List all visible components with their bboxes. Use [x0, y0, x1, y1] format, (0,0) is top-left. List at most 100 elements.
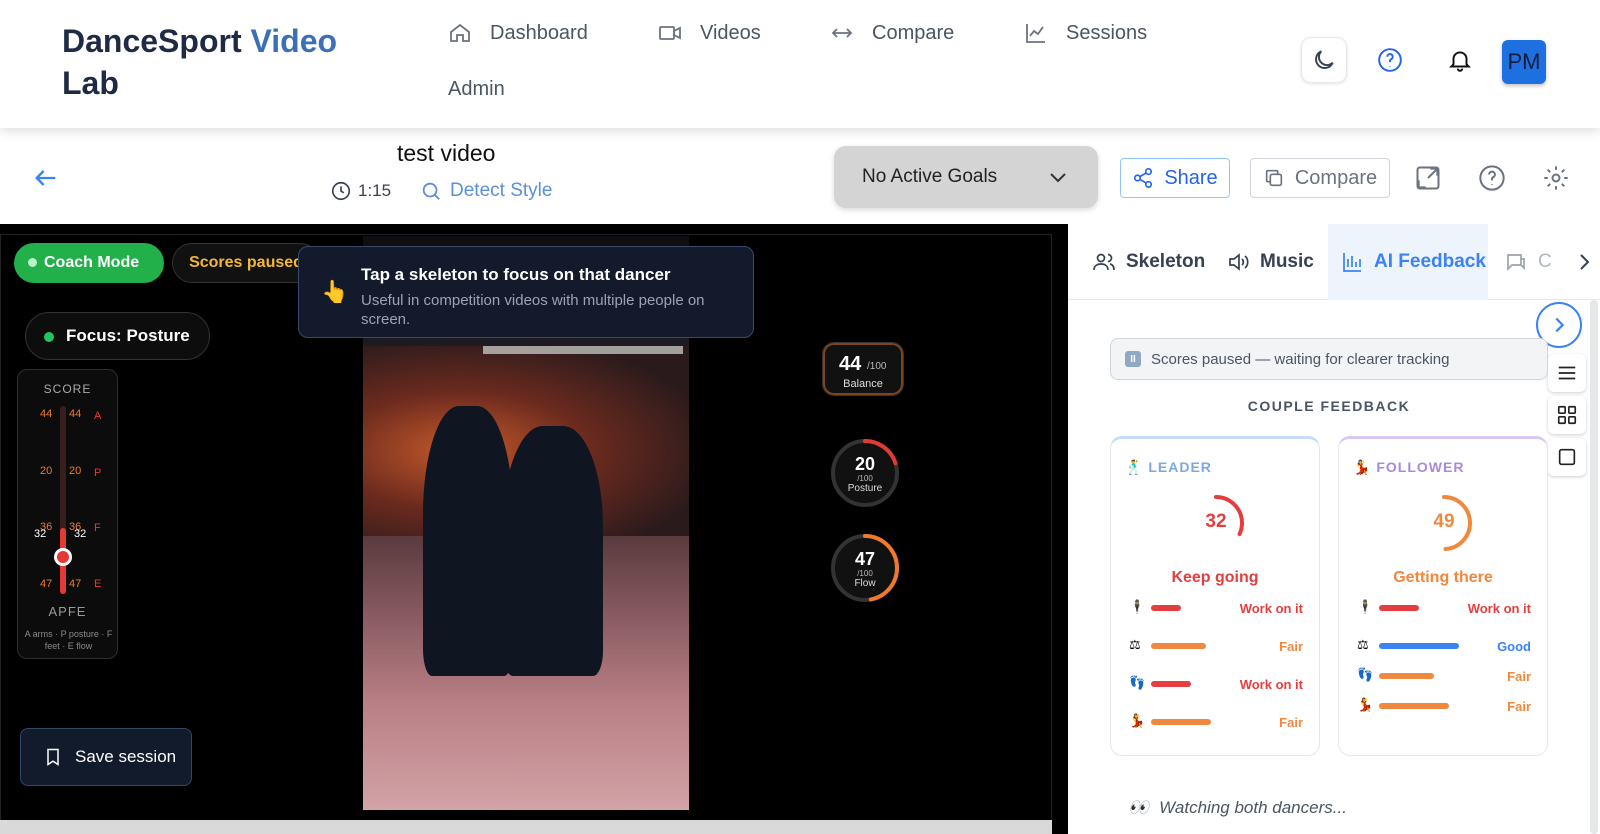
clock-icon [331, 181, 351, 201]
dark-mode-toggle[interactable] [1301, 37, 1347, 83]
score-current-right: 32 [74, 528, 87, 540]
help-circle-icon [1378, 48, 1402, 72]
toolbar-help-button[interactable] [1478, 164, 1506, 192]
coach-mode-pill[interactable]: Coach Mode [14, 243, 164, 283]
leader-metric-row: 💃 Fair [1125, 713, 1307, 753]
share-label: Share [1164, 166, 1218, 189]
follower-metric-icon: 🕴 [1357, 599, 1374, 614]
detect-style-button[interactable]: Detect Style [420, 180, 552, 202]
goals-dropdown[interactable]: No Active Goals [834, 146, 1098, 208]
tabs-scroll-right[interactable] [1572, 250, 1596, 274]
tab-ai-feedback[interactable]: AI Feedback [1328, 224, 1488, 300]
follower-card: 💃 FOLLOWER 49 Getting there 🕴 Work on it ⚖… [1338, 436, 1548, 756]
view-single-button[interactable] [1548, 438, 1586, 476]
score-row-p-left: 20 [40, 465, 53, 477]
search-icon [422, 182, 440, 200]
save-session-label: Save session [75, 747, 177, 766]
follower-gauge: 49 [1412, 491, 1476, 555]
avatar[interactable]: PM [1502, 40, 1546, 84]
video-title: test video [397, 140, 496, 166]
compare-button[interactable]: Compare [1250, 158, 1390, 198]
notifications-button[interactable] [1437, 37, 1483, 83]
score-knob[interactable] [54, 548, 72, 567]
nav-compare[interactable]: Compare [830, 18, 954, 48]
users-icon [1093, 253, 1115, 271]
goals-label: No Active Goals [862, 166, 998, 187]
nav-sessions-label: Sessions [1066, 21, 1148, 44]
share-button[interactable]: Share [1120, 158, 1230, 198]
pointing-hand-icon: 👆 [321, 279, 349, 304]
view-list-button[interactable] [1548, 354, 1586, 392]
back-button[interactable] [32, 164, 60, 192]
save-session-button[interactable]: Save session [20, 728, 192, 786]
frame-truss [483, 346, 683, 354]
tooltip-description: Useful in competition videos with multip… [361, 292, 705, 328]
tab-music-label: Music [1260, 251, 1314, 272]
bar-chart-icon [1343, 253, 1361, 272]
flow-max: /100 [857, 569, 873, 578]
view-grid-button[interactable] [1548, 396, 1586, 434]
nav-sessions[interactable]: Sessions [1024, 18, 1147, 48]
video-player[interactable]: Coach Mode Scores paused 👆 Tap a skeleto… [0, 224, 1068, 834]
frame-dancer-leader[interactable] [503, 426, 603, 676]
panel-tabs: Skeleton Music AI Feedback C [1068, 224, 1600, 300]
video-duration: 1:15 [330, 180, 391, 202]
nav-videos[interactable]: Videos [658, 18, 761, 48]
nav-dashboard-label: Dashboard [490, 21, 588, 44]
video-scrub-bar[interactable] [0, 820, 1052, 834]
score-row-a-left: 44 [40, 408, 53, 420]
panel-scrollbar[interactable] [1590, 300, 1598, 834]
leader-metric-bar [1151, 605, 1181, 611]
score-row-p-right: 20 [69, 465, 82, 477]
leader-metric-label: Work on it [1239, 677, 1303, 692]
frame-dancer-follower[interactable] [423, 406, 513, 676]
follower-role-label: FOLLOWER [1376, 459, 1465, 475]
tab-music[interactable]: Music [1226, 224, 1314, 300]
tab-skeleton-label: Skeleton [1126, 251, 1206, 272]
follower-metric-bar [1379, 605, 1419, 611]
help-circle-icon [1479, 165, 1505, 191]
apfe-score-meter: SCORE 44 44 A 20 20 P 36 36 F 32 32 47 4… [17, 369, 118, 659]
leader-metric-icon: 👣 [1129, 675, 1146, 690]
home-icon [450, 23, 470, 42]
score-current-left: 32 [34, 528, 47, 540]
leader-metric-row: 👣 Work on it [1125, 675, 1307, 715]
top-header: DanceSport Video Lab Dashboard Videos Co… [0, 0, 1600, 128]
follower-score: 49 [1433, 511, 1455, 532]
posture-ring: 20 /100 Posture [829, 437, 901, 509]
flow-label: Flow [854, 578, 876, 589]
focus-posture-pill[interactable]: Focus: Posture [25, 312, 210, 360]
eyes-icon: 👀 [1128, 798, 1150, 817]
leader-card: 🕺 LEADER 32 Keep going 🕴 Work on it ⚖ Fair 👣… [1110, 436, 1320, 756]
leader-verdict: Keep going [1171, 569, 1259, 586]
score-row-f-key: F [94, 522, 101, 534]
notice-text: Scores paused — waiting for clearer trac… [1151, 350, 1450, 368]
score-meter-title: SCORE [43, 382, 92, 396]
nav-admin[interactable]: Admin [448, 74, 505, 104]
nav-dashboard[interactable]: Dashboard [448, 18, 588, 48]
follower-metric-label: Good [1497, 639, 1531, 654]
nav-videos-label: Videos [700, 21, 761, 44]
panel-divider[interactable] [1052, 224, 1068, 834]
compare-label: Compare [1294, 166, 1378, 189]
leader-metric-icon: ⚖ [1129, 637, 1141, 652]
scores-paused-notice: II Scores paused — waiting for clearer t… [1110, 338, 1548, 380]
chevron-right-icon [1580, 254, 1590, 270]
follower-metric-bar [1379, 703, 1449, 709]
arrows-horizontal-icon [831, 28, 853, 38]
brand-logo[interactable]: DanceSport Video Lab [62, 20, 362, 104]
score-row-p-key: P [94, 467, 102, 479]
video-toolbar: test video 1:15 Detect Style No Active G… [0, 128, 1600, 224]
leader-role: 🕺 LEADER [1125, 459, 1212, 476]
leader-metric-icon: 🕴 [1129, 599, 1146, 614]
posture-label: Posture [847, 483, 883, 494]
help-button[interactable] [1367, 37, 1413, 83]
fullscreen-button[interactable] [1414, 164, 1442, 192]
gear-icon [1544, 166, 1568, 190]
leader-role-label: LEADER [1148, 459, 1212, 475]
tab-skeleton[interactable]: Skeleton [1092, 224, 1205, 300]
couple-feedback-title: COUPLE FEEDBACK [1247, 398, 1411, 414]
tab-chat[interactable]: C [1504, 224, 1552, 300]
brand-accent: Video [250, 23, 338, 59]
settings-button[interactable] [1542, 164, 1570, 192]
